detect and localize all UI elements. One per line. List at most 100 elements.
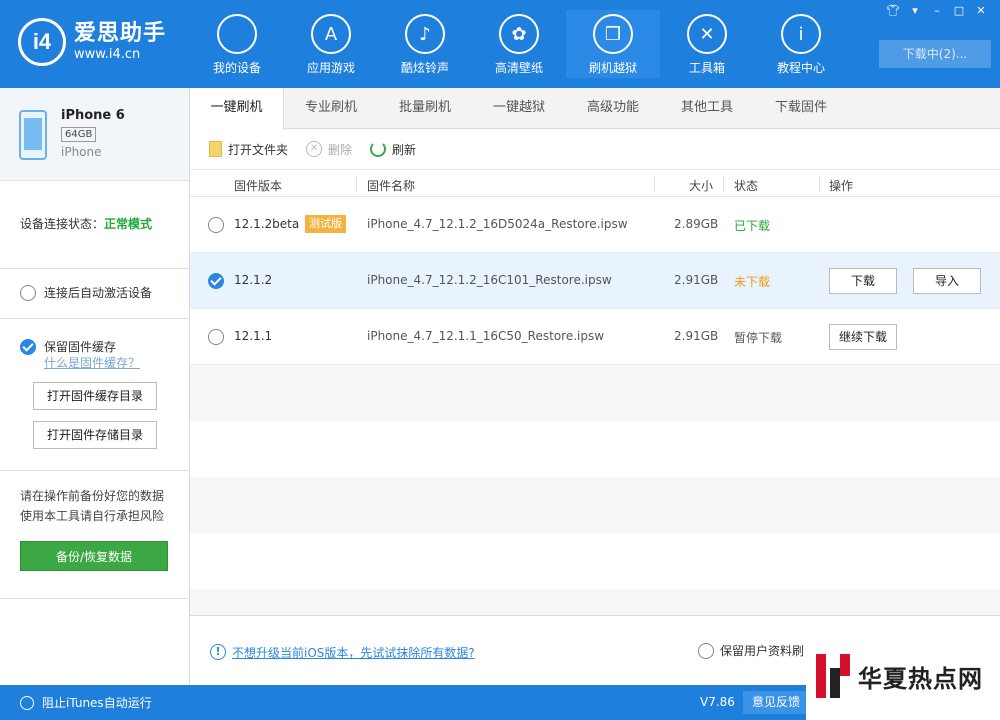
- open-folder-button[interactable]: 打开文件夹: [209, 141, 288, 158]
- apple-icon: [217, 14, 257, 54]
- connection-status: 设备连接状态：正常模式: [0, 181, 189, 269]
- nav-toolbox[interactable]: ✕ 工具箱: [660, 10, 754, 78]
- info-icon: !: [210, 644, 226, 660]
- device-sidebar: iPhone 6 64GB iPhone 设备连接状态：正常模式 连接后自动激活…: [0, 88, 190, 685]
- cache-help-link[interactable]: 什么是固件缓存？: [44, 355, 189, 371]
- keep-cache-label: 保留固件缓存: [44, 340, 117, 354]
- firmware-status: 暂停下载: [734, 331, 783, 345]
- tab-other-tools[interactable]: 其他工具: [660, 88, 754, 129]
- firmware-size: 2.91GB: [674, 273, 719, 287]
- watermark-text: 华夏热点网: [858, 663, 983, 693]
- tab-bar: 一键刷机 专业刷机 批量刷机 一键越狱 高级功能 其他工具 下载固件: [190, 88, 1000, 130]
- header-action: 操作: [829, 179, 854, 193]
- refresh-button[interactable]: 刷新: [370, 141, 416, 158]
- device-capacity: 64GB: [61, 127, 97, 142]
- delete-icon: ✕: [306, 141, 323, 157]
- nav-label: 高清壁纸: [494, 61, 543, 75]
- app-version: V7.86: [700, 695, 735, 709]
- device-name: iPhone 6: [61, 108, 125, 123]
- nav-tutorials[interactable]: i 教程中心: [754, 10, 848, 78]
- nav-ringtones[interactable]: ♪ 酷炫铃声: [378, 10, 472, 78]
- nav-my-device[interactable]: 我的设备: [190, 10, 284, 78]
- connection-label: 设备连接状态：: [20, 217, 105, 231]
- row-radio[interactable]: [208, 329, 224, 345]
- firmware-version: 12.1.2beta: [234, 217, 300, 231]
- firmware-status: 已下载: [734, 219, 771, 233]
- table-header: 固件版本 固件名称 大小 状态 操作: [190, 169, 1000, 197]
- tab-download-firmware[interactable]: 下载固件: [754, 88, 848, 129]
- downloads-button[interactable]: 下载中(2)...: [879, 40, 991, 68]
- open-folder-label: 打开文件夹: [228, 142, 289, 157]
- open-storage-dir-button[interactable]: 打开固件存储目录: [33, 421, 157, 449]
- app-store-icon: A: [311, 14, 351, 54]
- auto-activate-radio[interactable]: [20, 285, 36, 301]
- firmware-status: 未下载: [734, 275, 771, 289]
- app-url: www.i4.cn: [74, 47, 141, 62]
- row-radio[interactable]: [208, 217, 224, 233]
- tab-pro-flash[interactable]: 专业刷机: [284, 88, 378, 129]
- app-logo: i4 爱思助手 www.i4.cn: [18, 18, 166, 66]
- auto-activate-option[interactable]: 连接后自动激活设备: [0, 269, 189, 319]
- site-watermark: 华夏热点网: [806, 632, 1000, 720]
- watermark-logo-icon: [816, 654, 850, 698]
- firmware-name: iPhone_4.7_12.1.2_16D5024a_Restore.ipsw: [367, 217, 628, 231]
- erase-data-link[interactable]: 不想升级当前iOS版本，先试试抹除所有数据?: [232, 644, 475, 661]
- row-radio[interactable]: [208, 273, 224, 289]
- main-content: 一键刷机 专业刷机 批量刷机 一键越狱 高级功能 其他工具 下载固件 打开文件夹…: [190, 88, 1000, 685]
- keep-user-data-option[interactable]: 保留用户资料刷: [698, 642, 804, 659]
- backup-warning-1: 请在操作前备份好您的数据: [20, 489, 165, 503]
- minimize-icon[interactable]: –: [926, 3, 948, 19]
- firmware-name: iPhone_4.7_12.1.1_16C50_Restore.ipsw: [367, 329, 605, 343]
- table-row[interactable]: 12.1.1 iPhone_4.7_12.1.1_16C50_Restore.i…: [190, 309, 1000, 365]
- top-bar: i4 爱思助手 www.i4.cn 我的设备 A 应用游戏 ♪ 酷炫铃声 ✿ 高…: [0, 0, 1000, 88]
- nav-flash-jailbreak[interactable]: ❒ 刷机越狱: [566, 10, 660, 78]
- header-size: 大小: [689, 179, 714, 193]
- firmware-cache-section: 保留固件缓存 什么是固件缓存？ 打开固件缓存目录 打开固件存储目录: [0, 319, 189, 471]
- backup-restore-button[interactable]: 备份/恢复数据: [20, 541, 168, 571]
- phone-icon: [19, 110, 47, 160]
- download-button[interactable]: 下载: [829, 268, 897, 294]
- firmware-version: 12.1.1: [234, 329, 273, 343]
- tab-one-click-jailbreak[interactable]: 一键越狱: [472, 88, 566, 129]
- nav-apps[interactable]: A 应用游戏: [284, 10, 378, 78]
- header-name: 固件名称: [367, 179, 416, 193]
- open-cache-dir-button[interactable]: 打开固件缓存目录: [33, 382, 157, 410]
- device-model: iPhone: [61, 145, 102, 159]
- bell-icon: ♪: [405, 14, 445, 54]
- import-button[interactable]: 导入: [913, 268, 981, 294]
- app-name: 爱思助手: [74, 21, 167, 46]
- keep-user-data-radio[interactable]: [698, 642, 714, 659]
- tab-one-click-flash[interactable]: 一键刷机: [190, 88, 284, 130]
- resume-download-button[interactable]: 继续下载: [829, 324, 897, 350]
- window-controls: 👕︎ ▾ – □ ✕: [882, 3, 992, 19]
- header-version: 固件版本: [234, 179, 283, 193]
- table-row[interactable]: 12.1.2 iPhone_4.7_12.1.2_16C101_Restore.…: [190, 253, 1000, 309]
- delete-button[interactable]: ✕ 删除: [306, 141, 352, 158]
- menu-icon[interactable]: ▾: [904, 3, 926, 19]
- block-itunes-label: 阻止iTunes自动运行: [42, 696, 152, 710]
- connection-value: 正常模式: [104, 217, 153, 231]
- skin-icon[interactable]: 👕︎: [882, 3, 904, 19]
- table-row[interactable]: 12.1.2beta 测试版 iPhone_4.7_12.1.2_16D5024…: [190, 197, 1000, 253]
- close-icon[interactable]: ✕: [970, 3, 992, 19]
- empty-row: [190, 477, 1000, 533]
- device-card: iPhone 6 64GB iPhone: [0, 88, 189, 181]
- block-itunes-radio[interactable]: [20, 695, 34, 710]
- tab-advanced[interactable]: 高级功能: [566, 88, 660, 129]
- nav-label: 教程中心: [776, 61, 825, 75]
- keep-user-data-label: 保留用户资料刷: [720, 644, 805, 658]
- empty-row: [190, 365, 1000, 421]
- flower-icon: ✿: [499, 14, 539, 54]
- auto-activate-label: 连接后自动激活设备: [44, 286, 153, 300]
- nav-wallpapers[interactable]: ✿ 高清壁纸: [472, 10, 566, 78]
- block-itunes-option[interactable]: 阻止iTunes自动运行: [20, 694, 152, 711]
- tab-batch-flash[interactable]: 批量刷机: [378, 88, 472, 129]
- feedback-button[interactable]: 意见反馈: [743, 691, 809, 714]
- maximize-icon[interactable]: □: [948, 3, 970, 19]
- nav-label: 刷机越狱: [588, 61, 637, 75]
- firmware-size: 2.89GB: [674, 217, 719, 231]
- box-icon: ❒: [593, 14, 633, 54]
- keep-cache-checkbox[interactable]: [20, 339, 36, 355]
- toolbar: 打开文件夹 ✕ 删除 刷新: [190, 129, 1000, 169]
- folder-icon: [209, 141, 222, 157]
